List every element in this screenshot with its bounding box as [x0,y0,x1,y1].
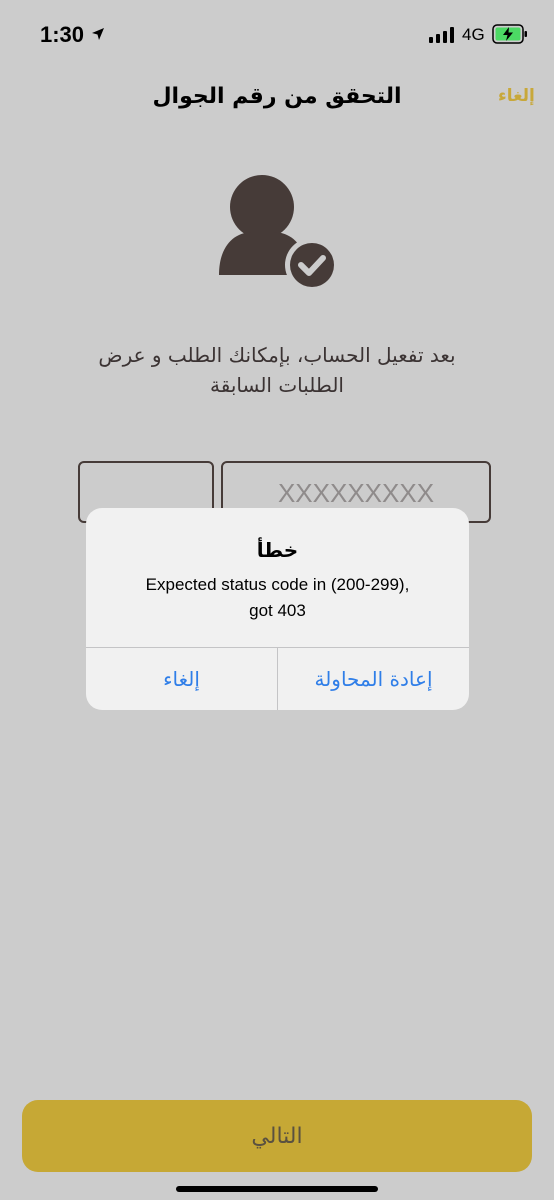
alert-message-line-2: got 403 [249,601,306,620]
alert-message: Expected status code in (200-299), got 4… [106,572,449,624]
status-time: 1:30 [40,22,85,47]
network-label: 4G [462,25,485,44]
signal-bars-icon [429,27,454,43]
next-button[interactable]: التالي [22,1100,532,1172]
alert-message-line-1: Expected status code in (200-299), [145,575,410,594]
battery-charging-icon [492,24,527,44]
user-verified-icon [219,175,339,290]
location-arrow-icon [92,28,104,40]
page-title: التحقق من رقم الجوال [152,84,402,109]
home-indicator[interactable] [176,1186,378,1192]
description-line-1: بعد تفعيل الحساب، بإمكانك الطلب و عرض [98,343,456,367]
alert-cancel-button[interactable]: إلغاء [86,648,277,710]
error-alert-dialog: خطأ Expected status code in (200-299), g… [86,508,469,710]
description-text: بعد تفعيل الحساب، بإمكانك الطلب و عرض ال… [40,340,514,400]
alert-title: خطأ [256,538,299,562]
alert-retry-button[interactable]: إعادة المحاولة [278,648,469,710]
description-line-2: الطلبات السابقة [210,373,344,397]
status-bar: 1:30 4G [0,0,554,70]
nav-cancel-button[interactable]: إلغاء [498,86,535,106]
